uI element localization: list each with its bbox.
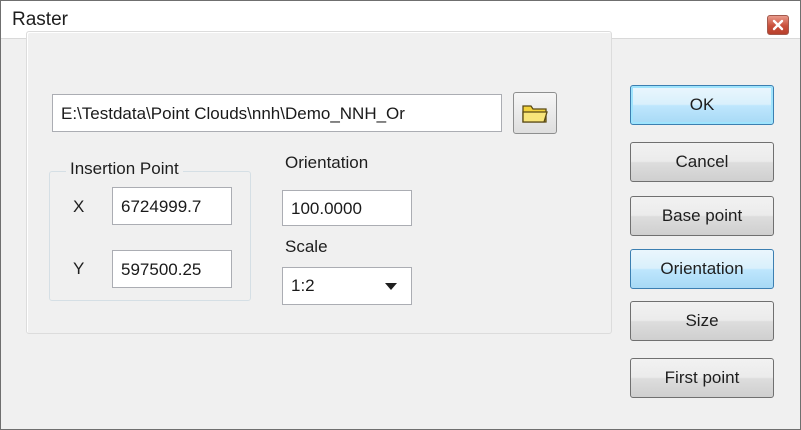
- scale-dropdown[interactable]: 1:2: [282, 267, 412, 305]
- base-point-button[interactable]: Base point: [630, 196, 774, 236]
- size-button[interactable]: Size: [630, 301, 774, 341]
- first-point-button[interactable]: First point: [630, 358, 774, 398]
- file-path-input[interactable]: E:\Testdata\Point Clouds\nnh\Demo_NNH_Or: [52, 94, 502, 132]
- orientation-button-label: Orientation: [660, 259, 744, 278]
- file-path-value: E:\Testdata\Point Clouds\nnh\Demo_NNH_Or: [61, 103, 405, 123]
- chevron-down-icon[interactable]: [385, 283, 397, 290]
- y-label: Y: [73, 259, 85, 278]
- base-point-label: Base point: [661, 206, 743, 225]
- insertion-point-legend: Insertion Point: [66, 159, 183, 179]
- x-label: X: [73, 197, 85, 216]
- window-title: Raster: [12, 9, 68, 30]
- orientation-label: Orientation: [285, 153, 369, 172]
- insertion-x-value: 6724999.7: [121, 196, 202, 216]
- size-label: Size: [685, 311, 719, 330]
- ok-label: OK: [689, 95, 715, 114]
- scale-value: 1:2: [291, 276, 315, 295]
- insertion-x-input[interactable]: 6724999.7: [112, 187, 232, 225]
- insertion-y-value: 597500.25: [121, 259, 202, 279]
- orientation-input[interactable]: 100.0000: [282, 190, 412, 226]
- orientation-button[interactable]: Orientation: [630, 249, 774, 289]
- cancel-label: Cancel: [675, 152, 729, 171]
- orientation-value: 100.0000: [291, 198, 362, 218]
- browse-button[interactable]: [513, 92, 557, 134]
- insertion-y-input[interactable]: 597500.25: [112, 250, 232, 288]
- close-button[interactable]: [767, 15, 789, 35]
- cancel-button[interactable]: Cancel: [630, 142, 774, 182]
- folder-icon: [522, 105, 548, 123]
- ok-button[interactable]: OK: [630, 85, 774, 125]
- raster-dialog: Raster E:\Testdata\Point Clouds\nnh\Demo…: [0, 0, 801, 430]
- first-point-label: First point: [664, 368, 740, 387]
- close-icon: [772, 19, 784, 31]
- scale-label: Scale: [285, 237, 328, 256]
